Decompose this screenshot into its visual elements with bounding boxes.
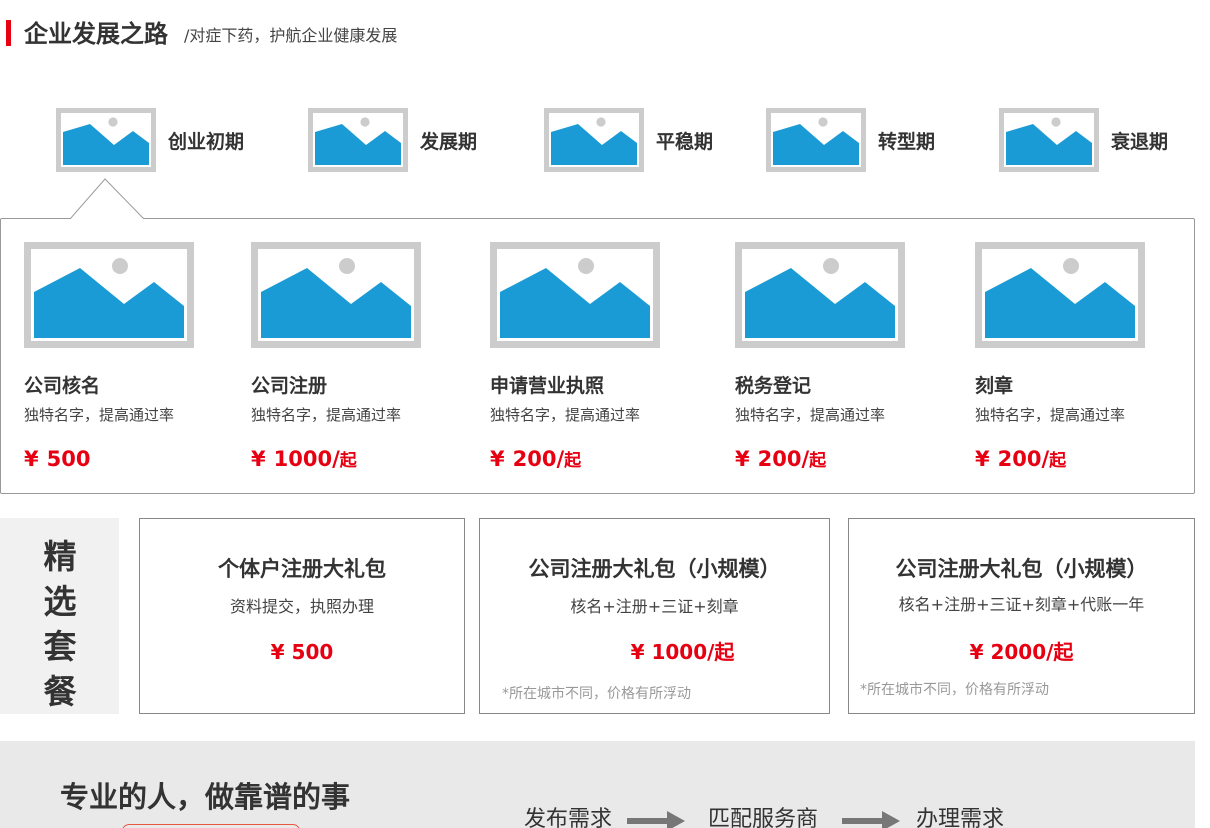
stage-tab-stable[interactable]: 平稳期	[544, 108, 713, 172]
price-value: 200/	[512, 447, 565, 471]
image-placeholder-icon	[766, 108, 866, 172]
process-step-handle: 办理需求	[916, 807, 1005, 828]
package-desc: 资料提交，执照办理	[229, 597, 374, 616]
service-card-company-registration[interactable]: 公司注册 独特名字，提高通过率 ¥1000/起	[251, 242, 481, 474]
package-name: 公司注册大礼包（小规模）	[895, 557, 1148, 581]
stage-tab-transition[interactable]: 转型期	[766, 108, 935, 172]
service-name: 刻章	[975, 375, 1014, 397]
title-accent-bar	[6, 20, 11, 46]
arrow-right-icon	[627, 811, 685, 828]
package-card-company-small[interactable]: 公司注册大礼包（小规模） 核名+注册+三证+刻章 ¥ 1000/起 *所在城市不…	[479, 518, 830, 714]
package-card-company-small-accounting[interactable]: 公司注册大礼包（小规模） 核名+注册+三证+刻章+代账一年 ¥ 2000/起 *…	[848, 518, 1195, 714]
service-desc: 独特名字，提高通过率	[24, 406, 175, 424]
service-price: ¥500	[24, 446, 254, 474]
stage-tab-decline[interactable]: 衰退期	[999, 108, 1168, 172]
service-desc: 独特名字，提高通过率	[735, 406, 886, 424]
page-title: 企业发展之路	[24, 20, 168, 48]
service-name: 公司注册	[251, 375, 328, 397]
heading-char: 选	[43, 582, 77, 621]
package-card-individual[interactable]: 个体户注册大礼包 资料提交，执照办理 ¥ 500	[139, 518, 465, 714]
packages-heading: 精 选 套 餐	[38, 534, 82, 714]
package-price: ¥ 1000/起	[630, 640, 735, 664]
service-price: ¥200/起	[735, 446, 965, 474]
image-placeholder-icon	[999, 108, 1099, 172]
price-suffix: 起	[809, 451, 827, 471]
image-placeholder-icon	[251, 242, 421, 348]
stage-label: 平稳期	[656, 130, 714, 153]
image-placeholder-icon	[544, 108, 644, 172]
package-price: ¥ 2000/起	[969, 640, 1074, 664]
currency-symbol: ¥	[735, 447, 750, 471]
stage-label: 转型期	[878, 130, 936, 153]
price-value: 200/	[997, 447, 1050, 471]
process-step-match: 匹配服务商	[708, 807, 819, 828]
service-desc: 独特名字，提高通过率	[251, 406, 402, 424]
image-placeholder-icon	[975, 242, 1145, 348]
price-value: 500	[46, 447, 91, 471]
price-value: 1000/	[273, 447, 340, 471]
service-card-name-check[interactable]: 公司核名 独特名字，提高通过率 ¥500	[24, 242, 254, 474]
arrow-right-icon	[842, 811, 900, 828]
process-step-publish: 发布需求	[524, 807, 613, 828]
service-name: 申请营业执照	[490, 375, 605, 397]
service-card-business-license[interactable]: 申请营业执照 独特名字，提高通过率 ¥200/起	[490, 242, 720, 474]
process-title-decoration	[122, 824, 300, 828]
stage-label: 发展期	[420, 130, 478, 153]
price-suffix: 起	[1049, 451, 1067, 471]
image-placeholder-icon	[24, 242, 194, 348]
stage-tab-growth[interactable]: 发展期	[308, 108, 477, 172]
currency-symbol: ¥	[975, 447, 990, 471]
currency-symbol: ¥	[490, 447, 505, 471]
service-desc: 独特名字，提高通过率	[975, 406, 1126, 424]
price-suffix: 起	[339, 451, 357, 471]
panel-pointer	[70, 178, 144, 219]
package-name: 公司注册大礼包（小规模）	[528, 557, 781, 581]
service-price: ¥1000/起	[251, 446, 481, 474]
package-note: *所在城市不同，价格有所浮动	[502, 686, 691, 702]
image-placeholder-icon	[490, 242, 660, 348]
service-card-seal-carving[interactable]: 刻章 独特名字，提高通过率 ¥200/起	[975, 242, 1205, 474]
process-title: 专业的人，做靠谱的事	[60, 780, 351, 814]
image-placeholder-icon	[56, 108, 156, 172]
package-name: 个体户注册大礼包	[218, 557, 386, 581]
package-desc: 核名+注册+三证+刻章+代账一年	[898, 595, 1145, 614]
service-name: 公司核名	[24, 375, 101, 397]
heading-char: 套	[43, 627, 77, 666]
price-value: 200/	[757, 447, 810, 471]
stage-label: 衰退期	[1111, 130, 1169, 153]
image-placeholder-icon	[308, 108, 408, 172]
heading-char: 精	[43, 537, 77, 576]
package-note: *所在城市不同，价格有所浮动	[860, 682, 1049, 698]
package-desc: 核名+注册+三证+刻章	[570, 597, 739, 616]
stage-label: 创业初期	[168, 130, 245, 153]
heading-char: 餐	[43, 672, 77, 711]
package-price: ¥ 500	[270, 640, 334, 664]
page-subtitle: /对症下药，护航企业健康发展	[184, 26, 398, 45]
service-desc: 独特名字，提高通过率	[490, 406, 641, 424]
service-name: 税务登记	[735, 375, 812, 397]
service-card-tax-registration[interactable]: 税务登记 独特名字，提高通过率 ¥200/起	[735, 242, 965, 474]
price-suffix: 起	[564, 451, 582, 471]
service-price: ¥200/起	[490, 446, 720, 474]
currency-symbol: ¥	[24, 447, 39, 471]
currency-symbol: ¥	[251, 447, 266, 471]
image-placeholder-icon	[735, 242, 905, 348]
stage-tab-startup[interactable]: 创业初期	[56, 108, 244, 172]
service-price: ¥200/起	[975, 446, 1205, 474]
